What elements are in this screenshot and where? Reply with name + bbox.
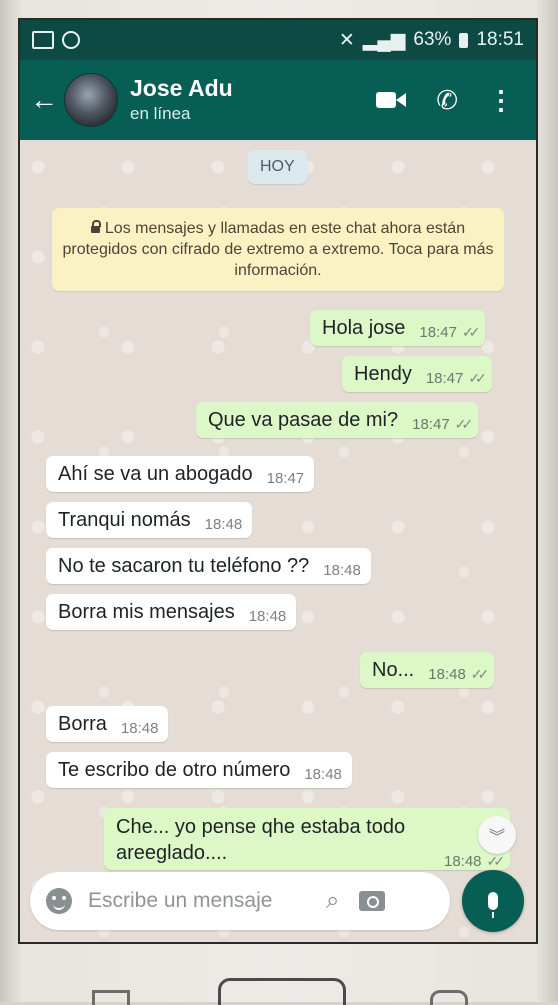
chat-area[interactable]: HOY Los mensajes y llamadas en este chat… — [20, 140, 536, 942]
message-bubble-outgoing[interactable]: Che... yo pense qhe estaba todo areeglad… — [104, 808, 510, 870]
mic-icon — [488, 892, 498, 918]
contact-name: Jose Adu — [130, 75, 233, 101]
lock-icon — [90, 220, 101, 233]
message-time: 18:48 — [428, 665, 466, 683]
read-ticks-icon: ✓✓ — [454, 415, 474, 432]
message-bubble-incoming[interactable]: Te escribo de otro número 18:48 — [46, 752, 352, 788]
message-bubble-incoming[interactable]: Borra 18:48 — [46, 706, 169, 742]
message-time: 18:48 — [443, 853, 482, 870]
date-divider: HOY — [248, 150, 307, 184]
message-text: Te escribo de otro número — [58, 758, 291, 781]
chevron-double-down-icon: ︾ — [488, 829, 505, 846]
message-text: Hendy — [354, 362, 412, 385]
attach-icon[interactable]: ⌕ — [326, 887, 339, 915]
scroll-down-button[interactable]: ︾ — [478, 816, 516, 854]
message-input[interactable] — [86, 888, 320, 914]
clock: 18:51 — [476, 29, 524, 50]
read-ticks-icon: ✓✓ — [486, 853, 506, 869]
status-bar: ✕ ▂▄▆ 63% 18:51 — [20, 20, 536, 60]
encryption-notice[interactable]: Los mensajes y llamadas en este chat aho… — [52, 208, 504, 291]
message-time: 18:47 — [419, 323, 457, 341]
message-text: Borra mis mensajes — [58, 600, 235, 623]
message-time: 18:47 — [266, 469, 305, 487]
message-text: Borra — [58, 712, 107, 735]
mic-button[interactable] — [462, 870, 524, 932]
home-button[interactable] — [218, 978, 346, 1005]
whatsapp-notification-icon — [62, 31, 80, 49]
message-time: 18:48 — [323, 561, 361, 579]
message-text: No... — [372, 658, 415, 681]
message-bubble-outgoing[interactable]: Hola jose 18:47 ✓✓ — [310, 310, 486, 346]
gallery-notification-icon — [32, 31, 54, 49]
arrow-back-icon[interactable]: ← — [30, 84, 58, 116]
battery-percent: 63% — [413, 29, 452, 50]
chat-header: ← Jose Adu en línea ✆ ⋮ — [20, 60, 536, 140]
message-time: 18:47 — [425, 369, 464, 387]
message-time: 18:47 — [412, 415, 450, 433]
message-bubble-outgoing[interactable]: No... 18:48 ✓✓ — [360, 652, 495, 688]
phone-screen: ✕ ▂▄▆ 63% 18:51 ← Jose Adu en línea ✆ ⋮ … — [18, 18, 538, 944]
mute-icon: ✕ — [338, 29, 355, 51]
message-text: Tranqui nomás — [58, 508, 191, 531]
message-text: Que va pasae de mi? — [208, 408, 399, 431]
read-ticks-icon: ✓✓ — [470, 665, 490, 682]
read-ticks-icon: ✓✓ — [468, 369, 487, 386]
message-bubble-incoming[interactable]: Tranqui nomás 18:48 — [46, 502, 253, 538]
message-text: No te sacaron tu teléfono ?? — [58, 554, 310, 577]
encryption-text: Los mensajes y llamadas en este chat aho… — [62, 220, 494, 279]
more-options-icon[interactable]: ⋮ — [488, 87, 514, 113]
message-text: Hola jose — [322, 316, 406, 339]
message-bubble-incoming[interactable]: Ahí se va un abogado 18:47 — [46, 456, 315, 492]
contact-status: en línea — [130, 104, 191, 123]
contact-avatar[interactable] — [64, 73, 118, 127]
contact-info[interactable]: Jose Adu en línea — [130, 74, 233, 126]
message-time: 18:48 — [120, 719, 159, 737]
message-text: Ahí se va un abogado — [58, 462, 253, 485]
emoji-icon[interactable] — [46, 888, 72, 914]
recent-apps-button[interactable] — [92, 990, 130, 1005]
video-call-icon[interactable] — [376, 90, 407, 110]
battery-icon — [459, 32, 469, 48]
message-time: 18:48 — [204, 515, 243, 533]
message-bubble-outgoing[interactable]: Que va pasae de mi? 18:47 ✓✓ — [196, 402, 479, 438]
signal-icon: ▂▄▆ — [362, 29, 406, 51]
message-time: 18:48 — [248, 607, 287, 625]
message-composer: ⌕ — [30, 872, 450, 930]
message-time: 18:48 — [304, 765, 342, 783]
message-bubble-incoming[interactable]: Borra mis mensajes 18:48 — [46, 594, 297, 630]
camera-icon[interactable] — [359, 891, 386, 911]
back-nav-button[interactable] — [430, 990, 468, 1005]
message-bubble-outgoing[interactable]: Hendy 18:47 ✓✓ — [342, 356, 492, 392]
voice-call-icon[interactable]: ✆ — [436, 85, 458, 116]
message-text: Che... yo pense qhe estaba todo areeglad… — [116, 816, 406, 864]
read-ticks-icon: ✓✓ — [461, 323, 481, 340]
message-bubble-incoming[interactable]: No te sacaron tu teléfono ?? 18:48 — [46, 548, 371, 584]
